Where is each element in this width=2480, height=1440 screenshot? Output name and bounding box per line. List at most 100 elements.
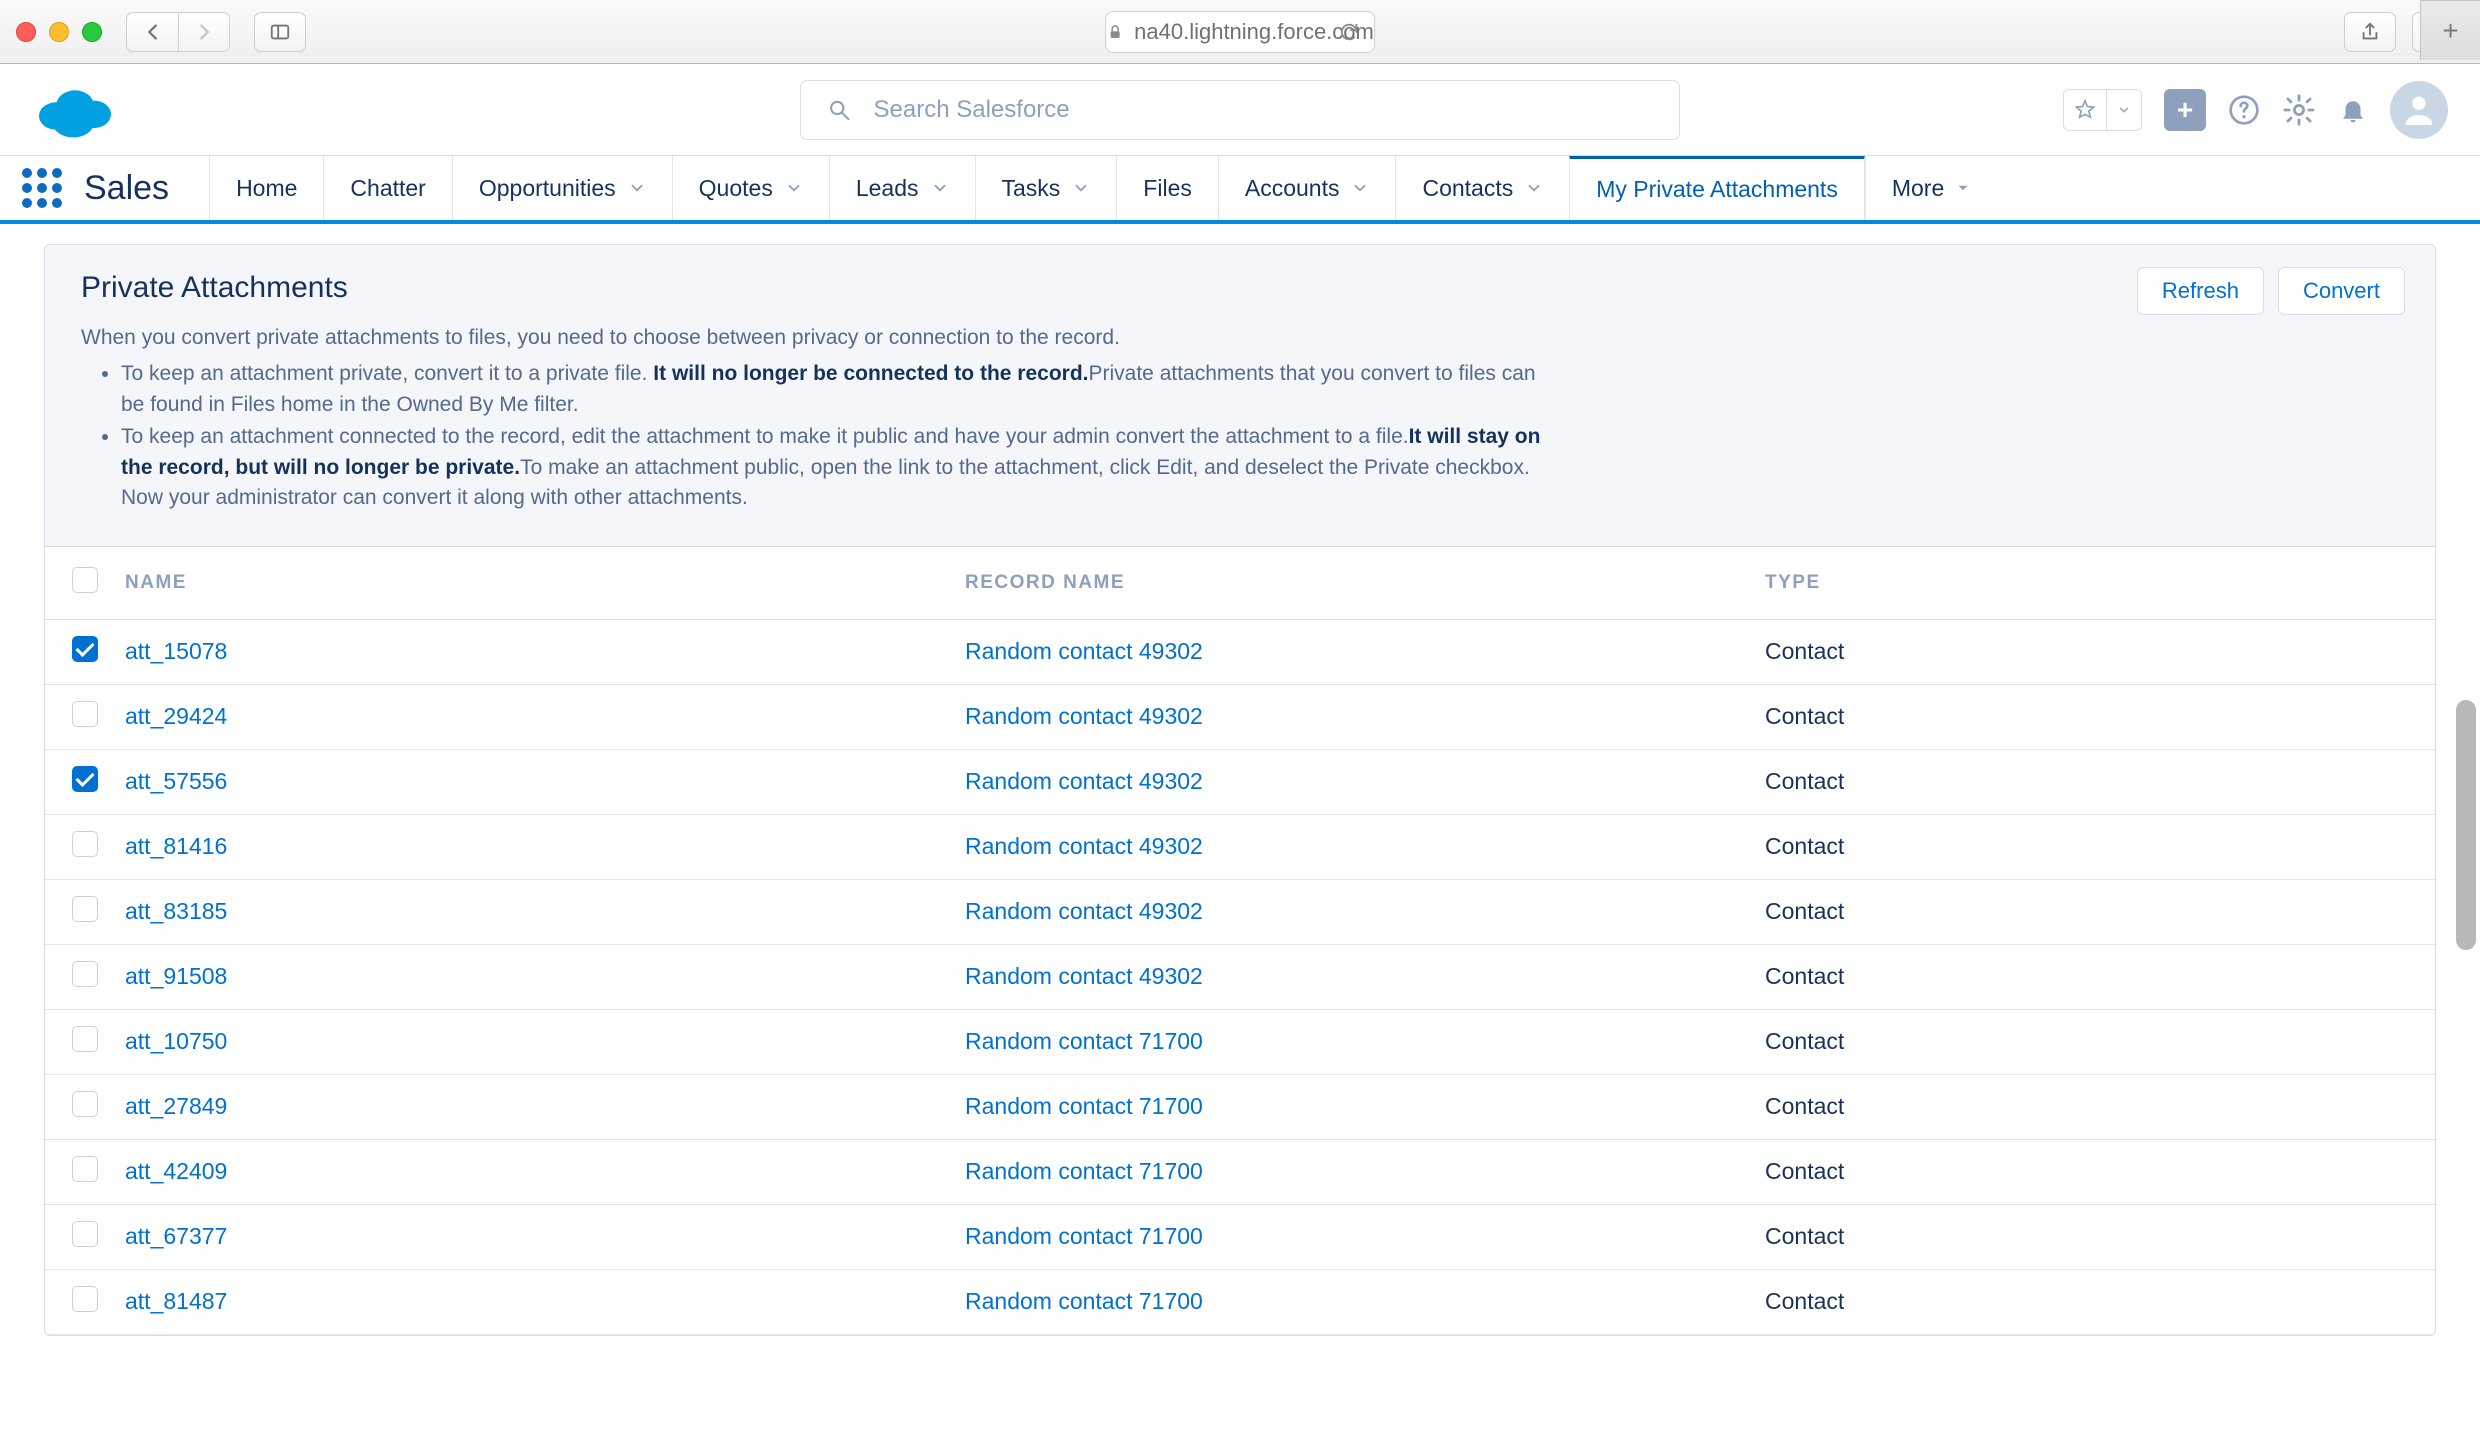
attachment-link[interactable]: att_57556: [125, 768, 227, 794]
minimize-window-icon[interactable]: [49, 22, 69, 42]
address-bar[interactable]: na40.lightning.force.com: [1105, 11, 1375, 53]
favorites-button[interactable]: [2063, 89, 2142, 131]
sidebar-toggle-button[interactable]: [254, 12, 306, 52]
intro-text: When you convert private attachments to …: [81, 323, 1561, 514]
reload-icon: [1338, 21, 1360, 43]
row-checkbox[interactable]: [72, 1156, 98, 1182]
question-icon: [2228, 94, 2260, 126]
share-button[interactable]: [2344, 12, 2396, 52]
nav-forward-button[interactable]: [178, 12, 230, 52]
attachment-link[interactable]: att_27849: [125, 1093, 227, 1119]
nav-item-label: Chatter: [350, 175, 425, 202]
nav-back-button[interactable]: [126, 12, 178, 52]
row-checkbox[interactable]: [72, 961, 98, 987]
row-checkbox[interactable]: [72, 1221, 98, 1247]
sidebar-icon: [269, 21, 291, 43]
attachment-link[interactable]: att_81416: [125, 833, 227, 859]
person-icon: [2399, 90, 2439, 130]
type-cell: Contact: [1745, 749, 2435, 814]
bell-icon: [2338, 95, 2368, 125]
nav-item-contacts[interactable]: Contacts: [1395, 156, 1569, 220]
row-checkbox[interactable]: [72, 766, 98, 792]
table-row: att_67377Random contact 71700Contact: [45, 1204, 2435, 1269]
chevron-down-icon: [1351, 179, 1369, 197]
attachment-link[interactable]: att_42409: [125, 1158, 227, 1184]
help-button[interactable]: [2228, 94, 2260, 126]
attachment-link[interactable]: att_29424: [125, 703, 227, 729]
window-traffic-lights[interactable]: [16, 22, 102, 42]
setup-button[interactable]: [2282, 93, 2316, 127]
scrollbar-thumb[interactable]: [2456, 700, 2476, 950]
user-avatar[interactable]: [2390, 81, 2448, 139]
nav-item-quotes[interactable]: Quotes: [672, 156, 829, 220]
select-all-checkbox[interactable]: [72, 567, 98, 593]
nav-item-chatter[interactable]: Chatter: [323, 156, 451, 220]
nav-item-leads[interactable]: Leads: [829, 156, 975, 220]
table-row: att_91508Random contact 49302Contact: [45, 944, 2435, 1009]
global-search[interactable]: [800, 80, 1680, 140]
attachments-table: NAME RECORD NAME TYPE att_15078 Random co…: [45, 547, 2435, 1335]
intro-lead: When you convert private attachments to …: [81, 323, 1561, 353]
type-cell: Contact: [1745, 1139, 2435, 1204]
col-header-record[interactable]: RECORD NAME: [945, 547, 1745, 620]
record-link[interactable]: Random contact 71700: [965, 1288, 1203, 1314]
type-cell: Contact: [1745, 1074, 2435, 1139]
record-link[interactable]: Random contact 71700: [965, 1223, 1203, 1249]
chevron-left-icon: [142, 21, 164, 43]
nav-item-label: Files: [1143, 175, 1192, 202]
new-tab-button[interactable]: +: [2420, 0, 2480, 60]
row-checkbox[interactable]: [72, 831, 98, 857]
attachment-link[interactable]: att_83185: [125, 898, 227, 924]
col-header-name[interactable]: NAME: [125, 547, 945, 620]
record-link[interactable]: Random contact 49302: [965, 768, 1203, 794]
row-checkbox[interactable]: [72, 1091, 98, 1117]
app-launcher-button[interactable]: [22, 168, 62, 208]
attachment-link[interactable]: att_67377: [125, 1223, 227, 1249]
reload-button[interactable]: [1338, 21, 1360, 43]
nav-item-files[interactable]: Files: [1116, 156, 1218, 220]
chevron-down-icon: [785, 179, 803, 197]
row-checkbox[interactable]: [72, 701, 98, 727]
record-link[interactable]: Random contact 49302: [965, 963, 1203, 989]
refresh-button[interactable]: Refresh: [2137, 267, 2264, 315]
record-link[interactable]: Random contact 49302: [965, 638, 1203, 664]
table-row: att_81416Random contact 49302Contact: [45, 814, 2435, 879]
row-checkbox[interactable]: [72, 896, 98, 922]
chevron-down-icon: [628, 179, 646, 197]
table-row: att_57556 Random contact 49302 Contact: [45, 749, 2435, 814]
row-checkbox[interactable]: [72, 1026, 98, 1052]
nav-item-label: Opportunities: [479, 175, 616, 202]
col-header-type[interactable]: TYPE: [1745, 547, 2435, 620]
record-link[interactable]: Random contact 71700: [965, 1028, 1203, 1054]
nav-item-tasks[interactable]: Tasks: [975, 156, 1117, 220]
nav-item-opportunities[interactable]: Opportunities: [452, 156, 672, 220]
attachment-link[interactable]: att_15078: [125, 638, 227, 664]
close-window-icon[interactable]: [16, 22, 36, 42]
table-row: att_81487 Random contact 71700 Contact: [45, 1269, 2435, 1334]
notifications-button[interactable]: [2338, 95, 2368, 125]
maximize-window-icon[interactable]: [82, 22, 102, 42]
row-checkbox[interactable]: [72, 636, 98, 662]
record-link[interactable]: Random contact 71700: [965, 1158, 1203, 1184]
attachment-link[interactable]: att_10750: [125, 1028, 227, 1054]
global-actions-button[interactable]: +: [2164, 89, 2206, 131]
attachment-link[interactable]: att_91508: [125, 963, 227, 989]
search-icon: [827, 97, 852, 123]
record-link[interactable]: Random contact 71700: [965, 1093, 1203, 1119]
global-search-input[interactable]: [874, 96, 1653, 124]
table-row: att_27849 Random contact 71700 Contact: [45, 1074, 2435, 1139]
nav-item-accounts[interactable]: Accounts: [1218, 156, 1396, 220]
record-link[interactable]: Random contact 49302: [965, 703, 1203, 729]
attachment-link[interactable]: att_81487: [125, 1288, 227, 1314]
record-link[interactable]: Random contact 49302: [965, 833, 1203, 859]
table-row: att_83185Random contact 49302Contact: [45, 879, 2435, 944]
type-cell: Contact: [1745, 1269, 2435, 1334]
nav-item-home[interactable]: Home: [209, 156, 323, 220]
table-row: att_29424 Random contact 49302 Contact: [45, 684, 2435, 749]
nav-item-my-private-attachments[interactable]: My Private Attachments: [1569, 155, 1865, 220]
convert-button[interactable]: Convert: [2278, 267, 2405, 315]
record-link[interactable]: Random contact 49302: [965, 898, 1203, 924]
type-cell: Contact: [1745, 684, 2435, 749]
row-checkbox[interactable]: [72, 1286, 98, 1312]
nav-more[interactable]: More: [1865, 156, 1998, 220]
